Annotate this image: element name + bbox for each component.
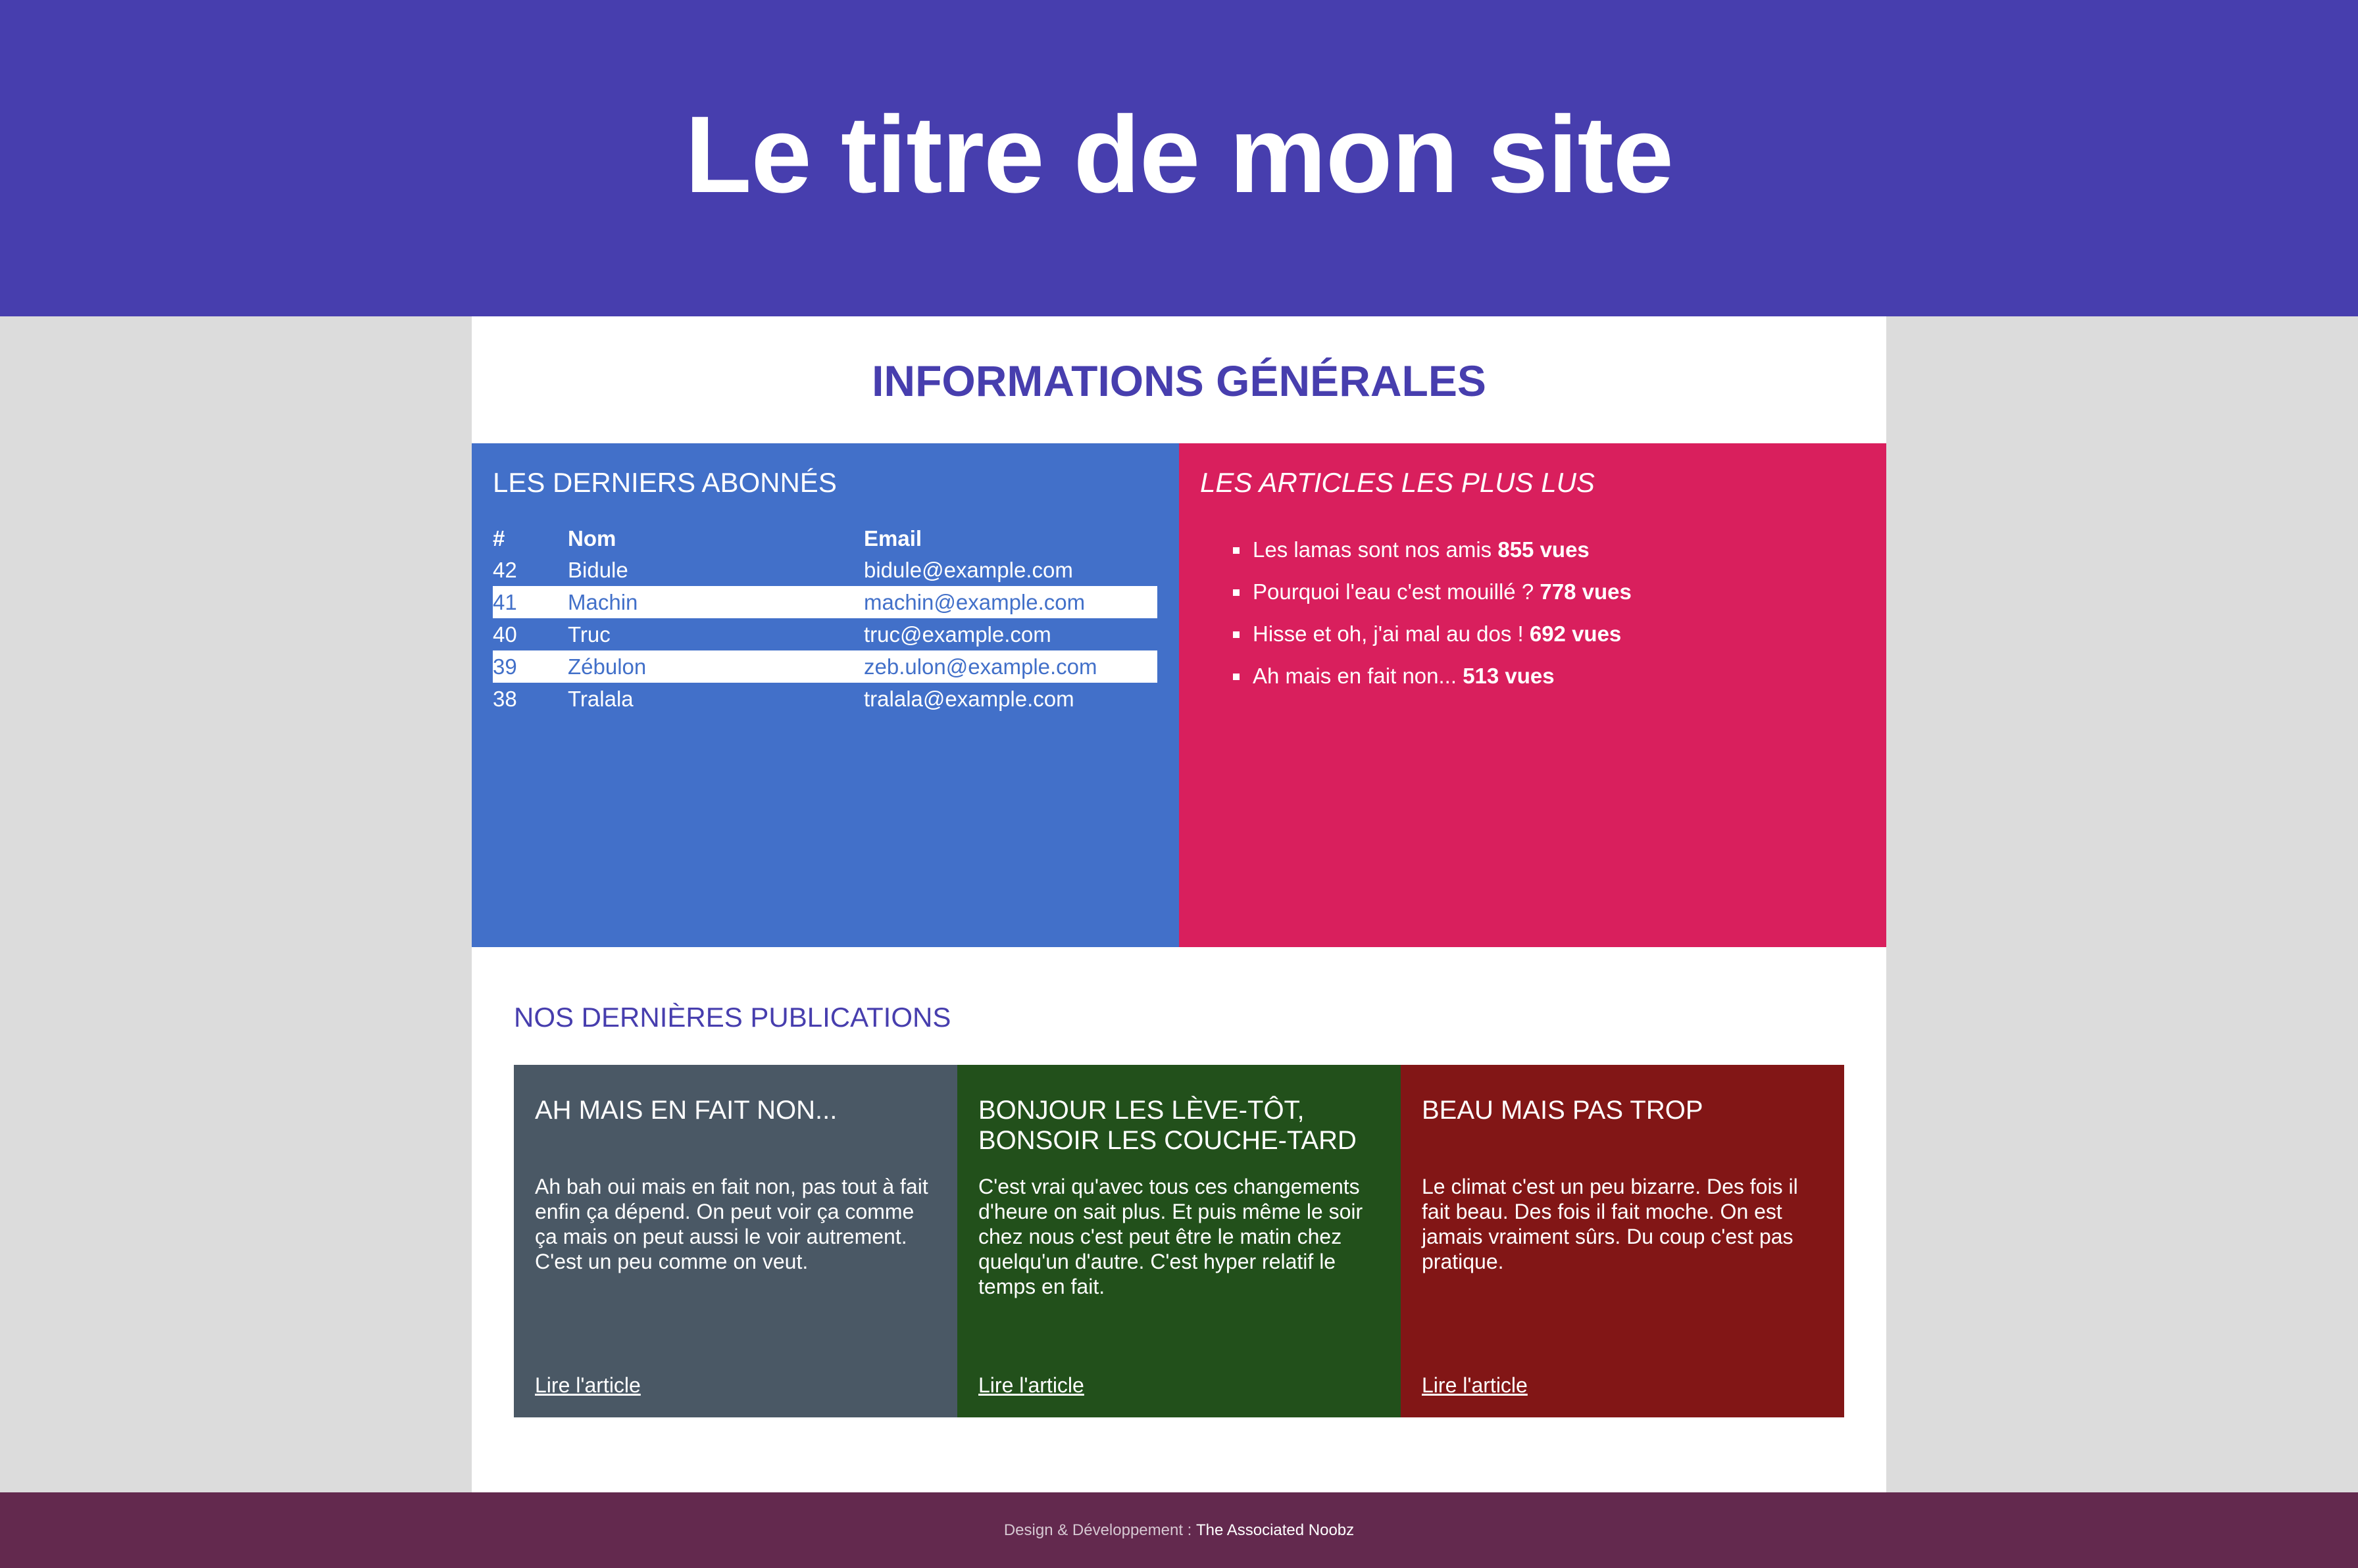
top-articles-list: Les lamas sont nos amis 855 vues Pourquo…: [1233, 537, 1865, 705]
publication-cards: AH MAIS EN FAIT NON... Ah bah oui mais e…: [514, 1065, 1844, 1417]
top-articles-panel: LES ARTICLES LES PLUS LUS Les lamas sont…: [1179, 443, 1886, 947]
subscriber-email: machin@example.com: [864, 586, 1157, 618]
list-item: Pourquoi l'eau c'est mouillé ? 778 vues: [1233, 579, 1865, 621]
column-header-email: Email: [864, 526, 922, 551]
table-row: 38 Tralala tralala@example.com: [493, 683, 1157, 715]
article-views: 855 vues: [1497, 537, 1590, 562]
article-title: Pourquoi l'eau c'est mouillé ?: [1253, 579, 1534, 604]
table-row: 41 Machin machin@example.com: [493, 586, 1157, 618]
subscriber-name: Bidule: [568, 557, 628, 582]
read-article-link[interactable]: Lire l'article: [535, 1373, 641, 1398]
article-title: Ah mais en fait non...: [1253, 664, 1457, 688]
top-articles-heading: LES ARTICLES LES PLUS LUS: [1200, 467, 1595, 498]
info-panels: LES DERNIERS ABONNÉS # Nom Email 42 Bidu…: [472, 443, 1886, 947]
column-header-number: #: [493, 526, 505, 551]
subscriber-email: zeb.ulon@example.com: [864, 650, 1157, 683]
subscriber-number: 39: [493, 650, 568, 683]
publication-card: AH MAIS EN FAIT NON... Ah bah oui mais e…: [514, 1065, 957, 1417]
table-row: 40 Truc truc@example.com: [493, 618, 1157, 650]
subscriber-email: truc@example.com: [864, 622, 1051, 647]
read-article-link[interactable]: Lire l'article: [1422, 1373, 1528, 1398]
article-views: 778 vues: [1540, 579, 1632, 604]
publications-title: NOS DERNIÈRES PUBLICATIONS: [514, 1002, 951, 1033]
subscribers-panel: LES DERNIERS ABONNÉS # Nom Email 42 Bidu…: [472, 443, 1179, 947]
list-item: Ah mais en fait non... 513 vues: [1233, 663, 1865, 705]
subscriber-number: 42: [493, 557, 517, 582]
list-item: Hisse et oh, j'ai mal au dos ! 692 vues: [1233, 621, 1865, 663]
card-title: BEAU MAIS PAS TROP: [1422, 1096, 1703, 1125]
publication-card: BEAU MAIS PAS TROP Le climat c'est un pe…: [1401, 1065, 1844, 1417]
read-article-link[interactable]: Lire l'article: [978, 1373, 1084, 1398]
column-header-name: Nom: [568, 526, 616, 551]
article-views: 692 vues: [1529, 622, 1622, 646]
site-title: Le titre de mon site: [685, 93, 1674, 216]
table-row: 39 Zébulon zeb.ulon@example.com: [493, 650, 1157, 683]
subscriber-name: Machin: [568, 586, 864, 618]
subscriber-email: bidule@example.com: [864, 557, 1073, 582]
main-content: INFORMATIONS GÉNÉRALES LES DERNIERS ABON…: [472, 316, 1886, 1492]
article-title: Les lamas sont nos amis: [1253, 537, 1492, 562]
card-title: AH MAIS EN FAIT NON...: [535, 1096, 838, 1125]
card-title: BONJOUR LES LÈVE-TÔT, BONSOIR LES COUCHE…: [978, 1096, 1357, 1155]
site-header: Le titre de mon site: [0, 0, 2358, 316]
subscriber-number: 40: [493, 622, 517, 647]
subscriber-name: Zébulon: [568, 650, 864, 683]
table-header-row: # Nom Email: [493, 524, 1157, 554]
subscribers-table: # Nom Email 42 Bidule bidule@example.com…: [493, 524, 1157, 715]
card-text: Le climat c'est un peu bizarre. Des fois…: [1422, 1175, 1798, 1273]
article-title: Hisse et oh, j'ai mal au dos !: [1253, 622, 1524, 646]
card-text: Ah bah oui mais en fait non, pas tout à …: [535, 1175, 928, 1273]
card-text: C'est vrai qu'avec tous ces changements …: [978, 1175, 1363, 1298]
list-item: Les lamas sont nos amis 855 vues: [1233, 537, 1865, 579]
subscriber-name: Tralala: [568, 686, 634, 711]
subscribers-heading: LES DERNIERS ABONNÉS: [493, 467, 837, 498]
footer-prefix: Design & Développement :: [1003, 1521, 1192, 1539]
site-footer: Design & Développement : The Associated …: [0, 1492, 2358, 1568]
table-row: 42 Bidule bidule@example.com: [493, 554, 1157, 586]
subscriber-name: Truc: [568, 622, 611, 647]
subscriber-number: 41: [493, 586, 568, 618]
subscriber-number: 38: [493, 686, 517, 711]
subscriber-email: tralala@example.com: [864, 686, 1074, 711]
footer-credit: The Associated Noobz: [1196, 1521, 1355, 1539]
article-views: 513 vues: [1463, 664, 1555, 688]
info-section-title: INFORMATIONS GÉNÉRALES: [872, 356, 1486, 405]
publication-card: BONJOUR LES LÈVE-TÔT, BONSOIR LES COUCHE…: [957, 1065, 1401, 1417]
